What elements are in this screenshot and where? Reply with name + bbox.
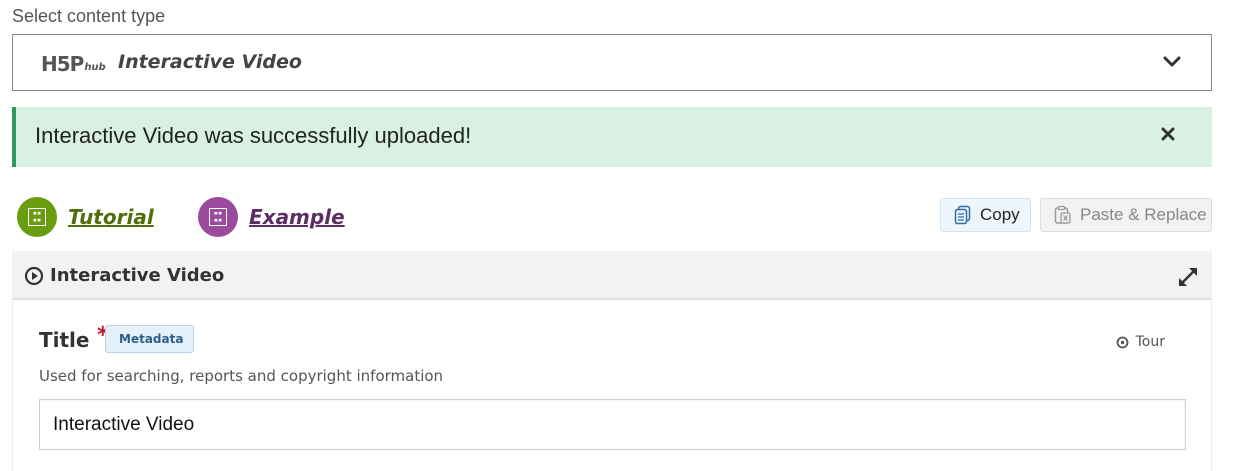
tutorial-link[interactable]: ▪▪ ▪▪ Tutorial	[17, 197, 154, 237]
h5p-logo-text: H5P	[41, 52, 84, 76]
paste-replace-button[interactable]: Paste & Replace	[1040, 198, 1212, 232]
title-field-description: Used for searching, reports and copyrigh…	[39, 367, 444, 385]
expand-icon[interactable]	[1176, 265, 1200, 289]
tour-button[interactable]: Tour	[1116, 334, 1165, 350]
content-type-selector[interactable]: H5P hub Interactive Video	[12, 34, 1212, 91]
success-alert: Interactive Video was successfully uploa…	[12, 107, 1212, 167]
copy-icon	[954, 205, 971, 225]
title-field-label: Title	[39, 328, 90, 352]
tutorial-label[interactable]: Tutorial	[68, 205, 154, 229]
selected-content-type: Interactive Video	[118, 51, 302, 73]
paste-label: Paste & Replace	[1080, 205, 1207, 224]
metadata-button[interactable]: Metadata	[105, 325, 195, 353]
alert-message: Interactive Video was successfully uploa…	[35, 123, 472, 148]
tutorial-icon: ▪▪ ▪▪	[17, 197, 57, 237]
close-icon[interactable]	[1160, 126, 1176, 142]
title-input[interactable]	[39, 399, 1186, 450]
select-content-type-label: Select content type	[12, 6, 166, 26]
interactive-video-panel-header: Interactive Video	[12, 251, 1212, 300]
copy-label: Copy	[980, 205, 1020, 224]
example-label[interactable]: Example	[249, 205, 345, 229]
hub-logo-text: hub	[84, 62, 106, 73]
compass-icon	[1116, 336, 1129, 348]
example-link[interactable]: ▪▪ ▪▪ Example	[198, 197, 345, 237]
play-circle-icon	[24, 266, 44, 286]
h5p-hub-logo: H5P hub	[41, 52, 106, 74]
example-icon: ▪▪ ▪▪	[198, 197, 238, 237]
paste-icon	[1054, 205, 1071, 224]
panel-title: Interactive Video	[50, 265, 225, 286]
interactive-video-panel-body: Title * Metadata Tour Used for searching…	[12, 300, 1212, 471]
tour-label: Tour	[1135, 334, 1165, 350]
chevron-down-icon[interactable]	[1163, 55, 1181, 69]
copy-button[interactable]: Copy	[940, 198, 1031, 232]
